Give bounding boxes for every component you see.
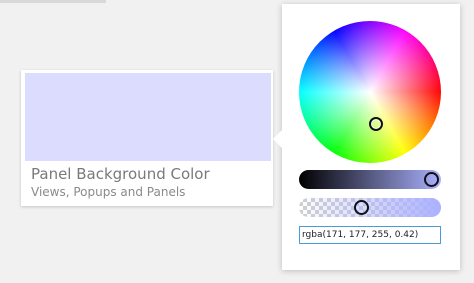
wheel-handle[interactable]: [369, 117, 383, 131]
opacity-slider[interactable]: [299, 198, 441, 217]
opacity-gradient: [299, 198, 441, 217]
color-swatch-card[interactable]: Panel Background Color Views, Popups and…: [21, 70, 273, 206]
swatch-subtitle: Views, Popups and Panels: [31, 185, 186, 199]
rgba-value-input[interactable]: [299, 226, 441, 244]
brightness-handle[interactable]: [424, 172, 439, 187]
popup-pointer: [273, 130, 282, 148]
brightness-slider[interactable]: [299, 170, 441, 189]
top-divider: [0, 0, 106, 3]
swatch-title: Panel Background Color: [31, 165, 210, 183]
color-preview[interactable]: [25, 73, 271, 161]
opacity-handle[interactable]: [354, 200, 369, 215]
color-picker-popup: [273, 4, 460, 270]
hue-saturation-wheel[interactable]: [299, 21, 441, 163]
